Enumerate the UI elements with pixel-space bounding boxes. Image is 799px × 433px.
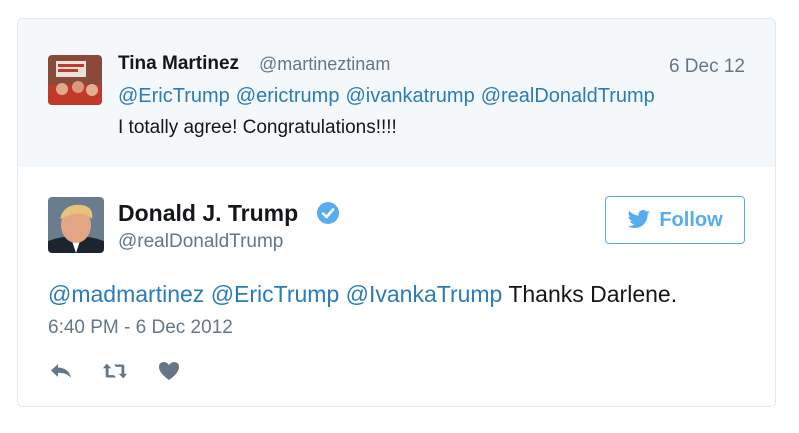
retweet-button[interactable]	[102, 359, 128, 383]
parent-date[interactable]: 6 Dec 12	[669, 56, 745, 78]
tweet-actions	[48, 359, 210, 383]
parent-author-handle[interactable]: @martineztinam	[259, 54, 390, 75]
mention-link[interactable]: @EricTrump	[211, 281, 340, 307]
author-name[interactable]: Donald J. Trump	[118, 200, 298, 227]
mention-link[interactable]: @IvankaTrump	[346, 281, 503, 307]
parent-tweet[interactable]: Tina Martinez @martineztinam 6 Dec 12 @E…	[18, 19, 775, 167]
tweet-body-text: Thanks Darlene.	[508, 281, 678, 307]
parent-avatar[interactable]	[48, 55, 102, 105]
like-button[interactable]	[156, 359, 182, 383]
parent-mentions: @EricTrump @erictrump @ivankatrump @realDon…	[118, 85, 661, 108]
mention-link[interactable]: @madmartinez	[48, 281, 204, 307]
follow-label: Follow	[659, 208, 723, 231]
author-avatar[interactable]	[48, 197, 104, 253]
reply-icon	[51, 364, 71, 378]
like-icon	[159, 362, 179, 380]
twitter-bird-icon	[627, 210, 651, 228]
tweet-timestamp[interactable]: 6:40 PM - 6 Dec 2012	[48, 317, 233, 339]
mention-link[interactable]: @erictrump	[236, 85, 340, 107]
verified-badge-icon	[317, 202, 339, 224]
author-handle[interactable]: @realDonaldTrump	[118, 231, 283, 253]
parent-tweet-text: I totally agree! Congratulations!!!!	[118, 117, 397, 138]
mention-link[interactable]: @EricTrump	[118, 85, 230, 107]
parent-author-name[interactable]: Tina Martinez	[118, 53, 239, 75]
retweet-icon	[102, 363, 128, 379]
mention-link[interactable]: @ivankatrump	[345, 85, 474, 107]
reply-button[interactable]	[48, 359, 74, 383]
tweet-text: @madmartinez @EricTrump @IvankaTrump Tha…	[48, 281, 677, 308]
follow-button[interactable]: Follow	[605, 196, 745, 244]
mention-link[interactable]: @realDonaldTrump	[481, 85, 655, 107]
embedded-tweet-card: Tina Martinez @martineztinam 6 Dec 12 @E…	[17, 18, 776, 407]
